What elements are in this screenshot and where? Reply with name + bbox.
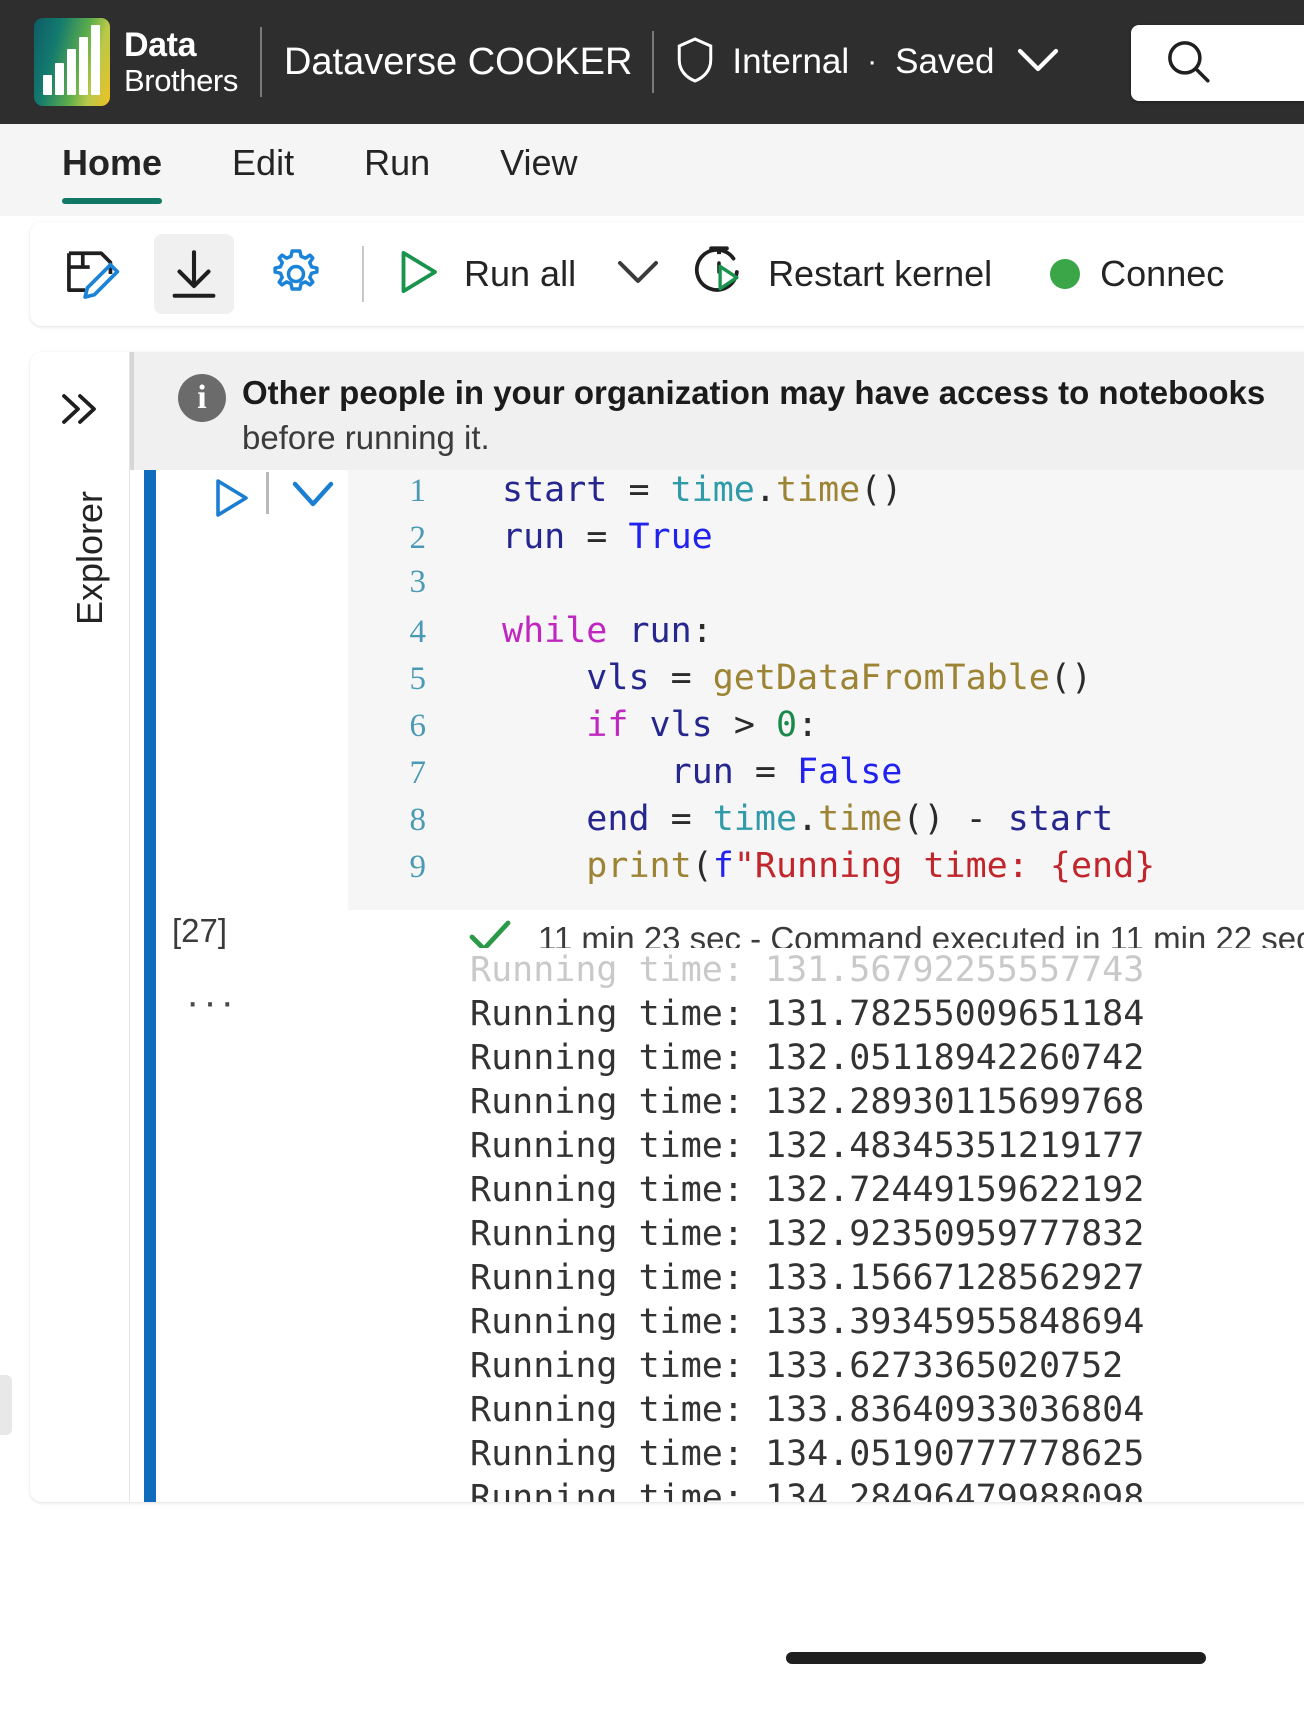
toolbar: Run all Restart kernel Connec (30, 222, 1304, 326)
download-icon[interactable] (154, 234, 234, 314)
output-line: Running time: 131.78255009651184 (470, 994, 1145, 1034)
output-line: Running time: 132.05118942260742 (470, 1038, 1145, 1078)
panel-edge-nub (0, 1375, 12, 1435)
stopwatch-play-icon (690, 243, 748, 306)
active-cell-indicator (144, 470, 156, 1502)
info-banner-line-2: before running it. (242, 419, 490, 457)
notebook-content-panel: Explorer i Other people in your organiza… (30, 352, 1304, 1502)
output-line: Running time: 132.72449159622192 (470, 1170, 1145, 1210)
collapse-cell-chevron-down-icon[interactable] (289, 478, 337, 515)
line-number: 2 (409, 520, 427, 556)
gear-icon[interactable] (256, 234, 336, 314)
code-line[interactable]: 6 if vls > 0: (348, 705, 1304, 752)
code-text: run = False (670, 752, 903, 792)
brand-line-1: Data (124, 26, 197, 64)
run-all-button[interactable]: Run all (390, 245, 576, 304)
toolbar-spacer-2 (1020, 246, 1022, 302)
output-line: Running time: 134.05190777778625 (470, 1434, 1145, 1474)
line-number: 5 (409, 661, 427, 697)
code-text: if vls > 0: (586, 705, 819, 745)
h-scroll-thumb[interactable] (786, 1652, 1206, 1664)
chevron-down-icon[interactable] (1016, 45, 1060, 80)
toolbar-divider (362, 246, 364, 302)
ellipsis-icon[interactable]: ··· (186, 980, 238, 1025)
output-line-clipped: Running time: 131.56792255557743 (470, 950, 1145, 990)
tab-run[interactable]: Run (364, 124, 430, 184)
line-number: 7 (409, 755, 427, 791)
output-line: Running time: 132.48345351219177 (470, 1126, 1145, 1166)
gutter-divider (266, 472, 269, 514)
code-text: print(f"Running time: {end} (586, 846, 1156, 886)
shield-icon (674, 34, 716, 91)
code-text: vls = getDataFromTable() (586, 658, 1093, 698)
run-cell-play-icon[interactable] (206, 474, 254, 527)
tab-edit[interactable]: Edit (232, 124, 294, 184)
code-line[interactable]: 5 vls = getDataFromTable() (348, 658, 1304, 705)
output-line: Running time: 133.39345955848694 (470, 1302, 1145, 1342)
explorer-label[interactable]: Explorer (69, 458, 111, 658)
line-number: 6 (409, 708, 427, 744)
output-line: Running time: 133.15667128562927 (470, 1258, 1145, 1298)
header-divider-1 (259, 27, 262, 97)
header-divider-2 (652, 31, 655, 93)
tab-view[interactable]: View (500, 124, 577, 184)
search-input[interactable] (1131, 25, 1304, 101)
double-chevron-right-icon[interactable] (58, 388, 104, 435)
connection-status-label: Connec (1100, 253, 1225, 294)
code-line[interactable]: 3 (348, 564, 1304, 611)
line-number: 1 (409, 473, 427, 509)
line-number: 3 (409, 564, 427, 600)
code-text: end = time.time() - start (586, 799, 1114, 839)
run-all-chevron-down-icon[interactable] (616, 257, 660, 292)
run-all-label: Run all (464, 253, 577, 294)
code-line[interactable]: 4 while run: (348, 611, 1304, 658)
app-header: Data Brothers Dataverse COOKER Internal … (0, 0, 1304, 124)
info-icon: i (178, 374, 226, 422)
output-line: Running time: 132.92350959777832 (470, 1214, 1145, 1254)
restart-kernel-label: Restart kernel (768, 253, 993, 294)
code-line[interactable]: 2 run = True (348, 517, 1304, 564)
header-dot-separator: · (867, 45, 878, 78)
cell-output: Running time: 131.56792255557743 Running… (348, 948, 1304, 1502)
code-line[interactable]: 7 run = False (348, 752, 1304, 799)
notebook-title[interactable]: Dataverse COOKER (284, 41, 632, 84)
status-dot-icon (1050, 259, 1081, 289)
code-cell: [27] ··· 1 start = time.time() 2 run = True… (130, 470, 1304, 1502)
code-line[interactable]: 9 print(f"Running time: {end} (348, 846, 1304, 893)
output-line: Running time: 134.28496479988098 (470, 1478, 1145, 1502)
brand-logo-icon (34, 18, 110, 106)
code-text: while run: (502, 611, 713, 651)
code-line[interactable]: 8 end = time.time() - start (348, 799, 1304, 846)
line-number: 4 (409, 614, 427, 650)
code-text: start = time.time() (502, 470, 903, 510)
output-line: Running time: 133.83640933036804 (470, 1390, 1145, 1430)
code-line[interactable]: 1 start = time.time() (348, 470, 1304, 517)
code-editor[interactable]: 1 start = time.time() 2 run = True 3 4 while r… (348, 470, 1304, 910)
output-line: Running time: 132.28930115699768 (470, 1082, 1145, 1122)
brand-line-2: Brothers (124, 63, 238, 98)
info-banner: i Other people in your organization may … (130, 352, 1304, 470)
tab-home[interactable]: Home (62, 124, 163, 204)
play-triangle-icon (390, 245, 444, 304)
info-banner-line-1: Other people in your organization may ha… (242, 374, 1266, 411)
notebook-edit-icon[interactable] (52, 234, 132, 314)
explorer-rail: Explorer (30, 352, 130, 1502)
line-number: 8 (409, 802, 427, 838)
ribbon-tab-strip: Home Edit Run View (0, 124, 1304, 216)
save-state-label: Saved (895, 42, 995, 81)
search-icon (1163, 36, 1213, 91)
line-number: 9 (409, 849, 427, 885)
output-line: Running time: 133.6273365020752 (470, 1346, 1124, 1386)
connection-status[interactable]: Connec (1050, 253, 1224, 295)
code-text: run = True (502, 517, 713, 557)
brand-name: Data Brothers (124, 28, 238, 96)
sensitivity-label[interactable]: Internal (732, 42, 849, 82)
horizontal-scrollbar[interactable] (0, 1640, 1304, 1680)
cell-gutter: [27] ··· (156, 470, 348, 1502)
restart-kernel-button[interactable]: Restart kernel (690, 243, 992, 306)
execution-count: [27] (172, 912, 228, 949)
